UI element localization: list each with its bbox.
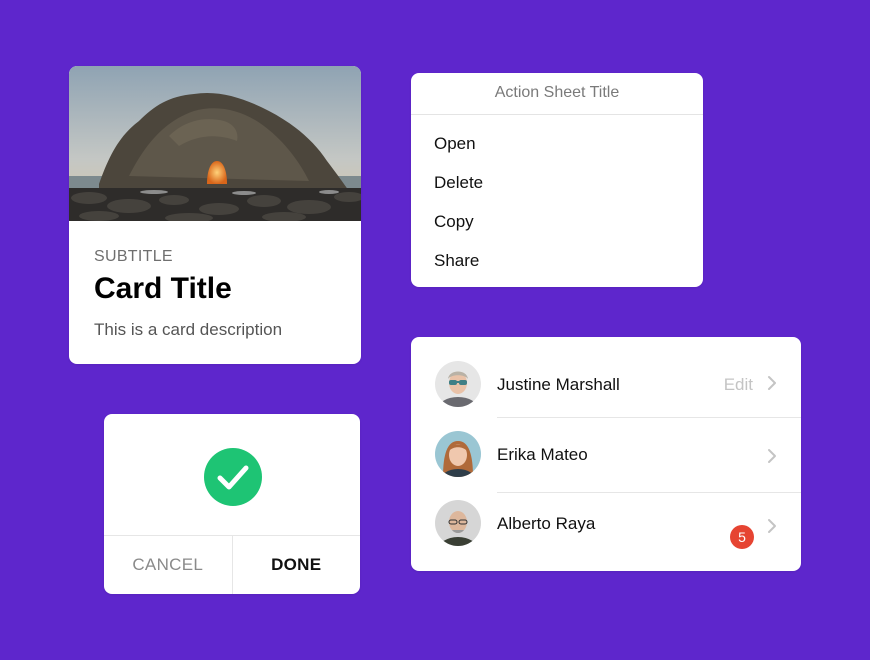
cancel-button[interactable]: CANCEL	[104, 536, 233, 594]
confirm-dialog: CANCEL DONE	[104, 414, 360, 594]
image-card[interactable]: SUBTITLE Card Title This is a card descr…	[69, 66, 361, 364]
contacts-list: Justine Marshall Edit Erika Mateo 5 Albe…	[411, 337, 801, 571]
avatar	[435, 431, 481, 477]
checkmark-icon	[204, 448, 262, 506]
chevron-right-icon	[768, 519, 776, 533]
card-description: This is a card description	[94, 320, 283, 339]
contact-name: Alberto Raya	[497, 514, 596, 533]
action-sheet: Action Sheet Title Open Delete Copy Shar…	[411, 73, 703, 287]
chevron-right-icon	[768, 449, 776, 463]
edit-link[interactable]: Edit	[724, 375, 753, 395]
action-open[interactable]: Open	[411, 124, 703, 163]
action-delete[interactable]: Delete	[411, 163, 703, 202]
list-item[interactable]: Erika Mateo 5	[411, 418, 801, 549]
list-item[interactable]: Justine Marshall Edit	[411, 337, 801, 418]
action-share[interactable]: Share	[411, 241, 703, 280]
landscape-photo	[69, 66, 361, 221]
done-button[interactable]: DONE	[233, 536, 361, 594]
chevron-right-icon	[768, 376, 776, 390]
action-copy[interactable]: Copy	[411, 202, 703, 241]
avatar	[435, 361, 481, 407]
avatar	[435, 500, 481, 546]
action-sheet-title: Action Sheet Title	[411, 73, 703, 115]
card-subtitle: SUBTITLE	[94, 248, 173, 265]
contact-name: Erika Mateo	[497, 445, 588, 464]
contact-name: Justine Marshall	[497, 375, 620, 394]
card-title: Card Title	[94, 272, 232, 305]
list-item[interactable]: Alberto Raya	[411, 493, 801, 571]
